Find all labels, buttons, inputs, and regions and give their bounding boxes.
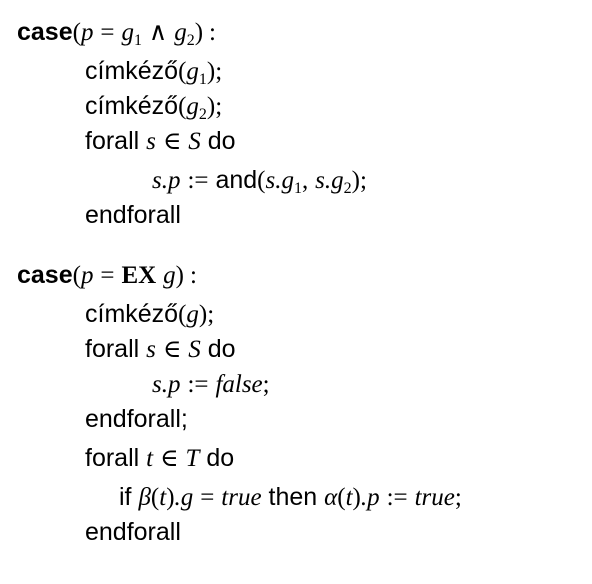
pseudocode-document: case(p = g1 ∧ g2): címkéző(g1); címkéző(… — [0, 0, 592, 584]
if-then-line: if β(t).g = true then α(t).p := true; — [119, 483, 462, 511]
assign-and-line: s.p := and(s.g1, s.g2); — [152, 166, 367, 197]
label-g2-line: címkéző(g2); — [85, 92, 223, 123]
forall-s-line: forall s ∈ S do — [85, 127, 236, 155]
case-ex-header: case(p = EX g): — [17, 261, 197, 289]
endforall-line-2: endforall — [85, 518, 181, 546]
forall-s-line-2: forall s ∈ S do — [85, 335, 236, 363]
label-g-line: címkéző(g); — [85, 300, 215, 328]
label-g1-line: címkéző(g1); — [85, 57, 223, 88]
forall-t-line: forall t ∈ T do — [85, 444, 235, 472]
endforall-semi-line: endforall; — [85, 405, 188, 433]
endforall-line-1: endforall — [85, 201, 181, 229]
case-and-header: case(p = g1 ∧ g2): — [17, 18, 216, 49]
case-keyword: case — [17, 18, 73, 46]
assign-false-line: s.p := false; — [152, 371, 270, 398]
case-keyword: case — [17, 261, 73, 289]
